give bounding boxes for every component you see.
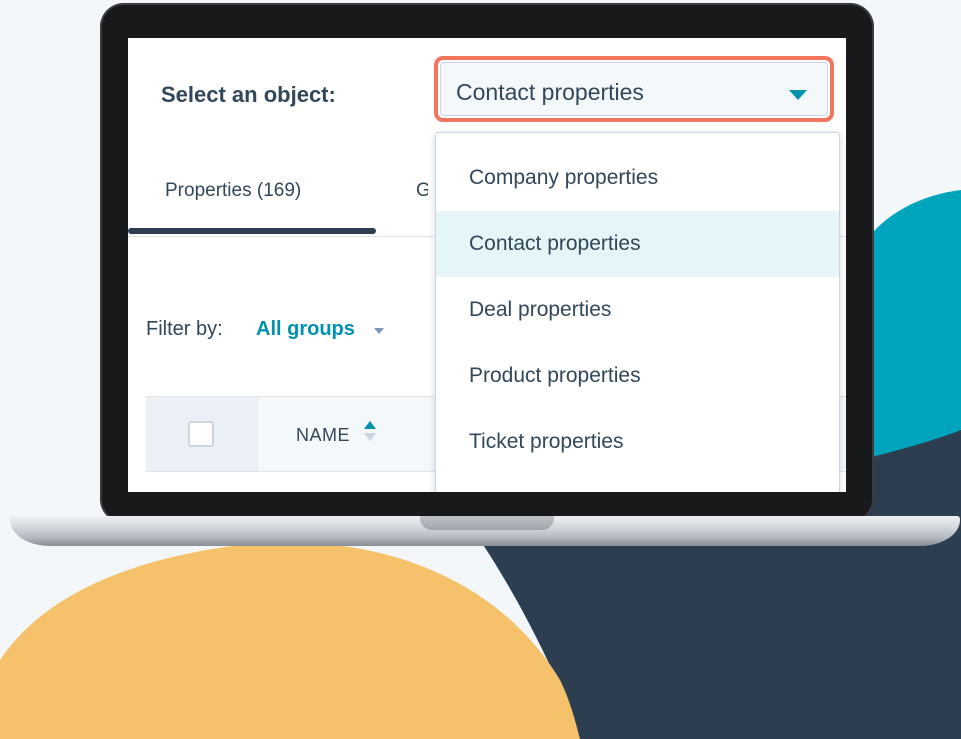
dropdown-item-company-properties[interactable]: Company properties: [436, 145, 839, 211]
filter-groups-dropdown[interactable]: All groups: [256, 318, 355, 341]
dropdown-item-contact-properties[interactable]: Contact properties: [436, 211, 839, 277]
dropdown-item-ticket-properties[interactable]: Ticket properties: [436, 409, 839, 475]
select-object-label: Select an object:: [161, 82, 336, 107]
dropdown-item-deal-properties[interactable]: Deal properties: [436, 277, 839, 343]
dropdown-item-product-properties[interactable]: Product properties: [436, 343, 839, 409]
select-all-cell: [146, 397, 258, 471]
object-select-inner[interactable]: Contact properties: [440, 62, 828, 116]
sort-down-arrow-icon: [364, 433, 376, 441]
select-all-checkbox[interactable]: [188, 421, 214, 447]
object-select-dropdown[interactable]: Contact properties: [434, 56, 834, 122]
sort-icon[interactable]: [364, 421, 376, 449]
active-tab-indicator: [128, 228, 376, 234]
filter-caret-down-icon: [374, 328, 384, 334]
laptop-screen: Select an object: Contact properties Pro…: [128, 38, 846, 492]
yellow-blob: [0, 542, 580, 739]
filter-label: Filter by:: [146, 318, 223, 340]
object-select-value: Contact properties: [456, 79, 644, 105]
object-dropdown-menu: Company properties Contact properties De…: [435, 132, 840, 492]
caret-down-icon: [789, 90, 807, 100]
sort-up-arrow-icon: [364, 421, 376, 429]
tab-groups[interactable]: G: [416, 180, 428, 202]
laptop-opening-notch: [420, 516, 554, 530]
tab-properties[interactable]: Properties (169): [165, 180, 301, 202]
column-header-name[interactable]: NAME: [296, 425, 350, 446]
